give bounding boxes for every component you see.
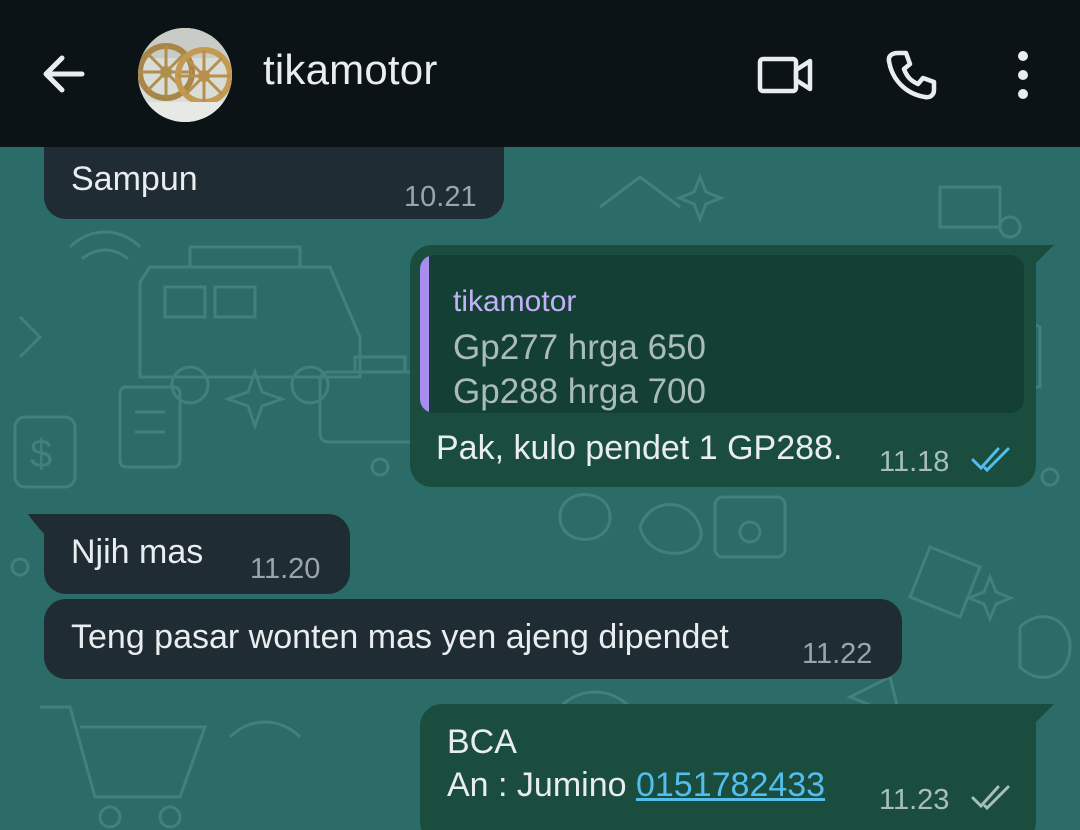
back-arrow-icon[interactable] [38, 48, 90, 100]
quote-line: Gp288 hrga 700 [453, 372, 706, 411]
read-ticks-icon [971, 447, 1010, 473]
quote-bar [420, 255, 429, 413]
wheel-photo-icon [138, 28, 232, 122]
message-text: Teng pasar wonten mas yen ajeng dipendet [71, 618, 729, 656]
chat-area[interactable]: $ Sampun 10.21 tikamotor Gp277 hrga 650 … [0, 147, 1080, 830]
message-outgoing[interactable]: tikamotor Gp277 hrga 650 Gp288 hrga 700 … [410, 245, 1036, 487]
message-time: 11.22 [802, 638, 873, 670]
account-number-link[interactable]: 0151782433 [636, 766, 825, 804]
delivered-ticks-icon [971, 785, 1010, 811]
chat-header: tikamotor [0, 0, 1080, 147]
message-time: 11.23 [879, 784, 950, 816]
contact-name[interactable]: tikamotor [263, 46, 438, 94]
message-time: 11.20 [250, 553, 321, 585]
message-time: 10.21 [404, 181, 477, 213]
video-call-icon[interactable] [756, 52, 814, 98]
message-outgoing[interactable]: BCA An : Jumino 0151782433 11.23 [420, 704, 1036, 830]
phone-icon[interactable] [884, 48, 938, 102]
message-text: Sampun [71, 160, 198, 198]
quoted-message[interactable]: tikamotor Gp277 hrga 650 Gp288 hrga 700 [420, 255, 1024, 413]
message-text: Pak, kulo pendet 1 GP288. [436, 429, 843, 467]
message-incoming[interactable]: Sampun 10.21 [44, 147, 504, 219]
message-line: BCA [447, 723, 517, 761]
message-text: Njih mas [71, 533, 204, 571]
quote-author: tikamotor [453, 285, 577, 318]
more-options-icon[interactable] [1006, 48, 1040, 102]
svg-text:$: $ [30, 432, 52, 476]
quote-line: Gp277 hrga 650 [453, 328, 706, 367]
account-name-text: An : Jumino [447, 766, 636, 804]
message-incoming[interactable]: Njih mas 11.20 [44, 514, 350, 594]
contact-avatar[interactable] [138, 28, 232, 122]
message-incoming[interactable]: Teng pasar wonten mas yen ajeng dipendet… [44, 599, 902, 679]
message-time: 11.18 [879, 446, 950, 478]
message-line: An : Jumino 0151782433 [447, 764, 825, 806]
